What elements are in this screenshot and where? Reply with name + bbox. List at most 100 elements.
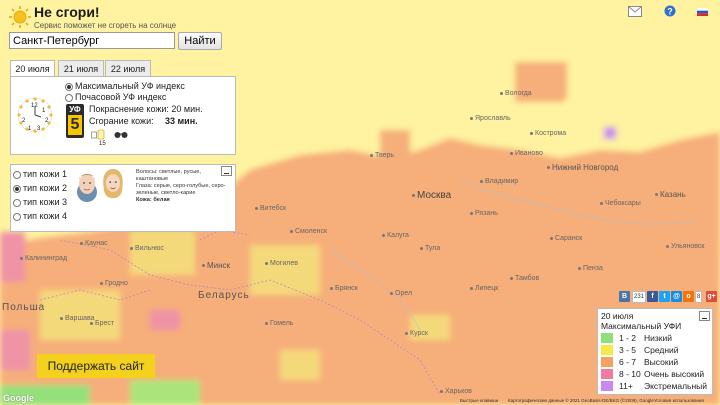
city-label: Могилев xyxy=(265,260,298,267)
city-label: Чебоксары xyxy=(600,200,641,207)
city-label: Владимир xyxy=(480,178,518,185)
google-logo[interactable]: Google xyxy=(3,393,34,403)
tab-day-3[interactable]: 22 июля xyxy=(105,60,151,77)
option-hourly-uv[interactable]: Почасовой УФ индекс xyxy=(65,92,166,102)
clock-label: 1 xyxy=(42,108,46,114)
city-dot-icon xyxy=(265,321,268,325)
search-input[interactable]: Санкт-Петербург xyxy=(9,32,175,49)
legend-label: Низкий xyxy=(644,333,672,343)
legend-range: 6 - 7 xyxy=(619,357,637,367)
city-label: Пенза xyxy=(578,265,603,272)
sunglasses-icon[interactable] xyxy=(114,131,128,139)
city-label: Минск xyxy=(202,261,230,270)
city-dot-icon xyxy=(578,266,581,270)
city-label: Казань xyxy=(655,190,686,199)
city-label: Гомель xyxy=(265,320,293,327)
twitter-share-icon[interactable]: t xyxy=(659,291,670,302)
city-dot-icon xyxy=(290,229,293,233)
clock-label: 1 xyxy=(28,126,32,132)
radio-icon[interactable] xyxy=(13,212,21,221)
skin-color-description: Кожа: белая xyxy=(136,197,170,203)
uv-badge-value: 5 xyxy=(68,115,82,135)
city-label: Ярославль xyxy=(470,115,511,122)
city-label: Витебск xyxy=(255,205,286,212)
city-dot-icon xyxy=(600,201,603,205)
legend-label: Средний xyxy=(644,345,679,355)
city-label: Ульяновск xyxy=(666,243,704,250)
option-max-uv[interactable]: Максимальный УФ индекс xyxy=(65,81,185,91)
city-dot-icon xyxy=(130,246,133,250)
radio-icon[interactable] xyxy=(65,82,73,91)
vk-share-count: 231 xyxy=(632,291,647,303)
support-button[interactable]: Поддержать сайт xyxy=(37,354,155,378)
clock-icon: 12 1 2 3 1 2 xyxy=(17,97,53,133)
city-dot-icon xyxy=(550,236,553,240)
city-dot-icon xyxy=(470,211,473,215)
keyboard-shortcuts-link[interactable]: Быстрые клавиши xyxy=(460,398,498,403)
help-icon[interactable]: ? xyxy=(664,5,676,17)
sunscreen-icon[interactable] xyxy=(91,129,107,141)
city-label: Саранск xyxy=(550,235,582,242)
city-dot-icon xyxy=(510,276,513,280)
tab-day-2[interactable]: 21 июля xyxy=(58,60,104,77)
legend-swatch-high xyxy=(601,357,613,367)
skin-type-4[interactable]: тип кожи 4 xyxy=(13,211,67,221)
city-label: Липецк xyxy=(470,285,498,292)
city-dot-icon xyxy=(470,116,473,120)
minimize-legend-button[interactable] xyxy=(699,311,710,321)
female-face-icon xyxy=(103,168,123,199)
city-label: Калуга xyxy=(382,232,409,239)
legend-label: Высокий xyxy=(644,357,679,367)
legend-swatch-moderate xyxy=(601,345,613,355)
radio-icon[interactable] xyxy=(13,170,21,179)
city-dot-icon xyxy=(440,389,443,393)
city-dot-icon xyxy=(510,151,513,155)
skin-type-1[interactable]: тип кожи 1 xyxy=(13,169,67,179)
city-dot-icon xyxy=(547,166,550,170)
legend-label: Экстремальный xyxy=(644,381,708,391)
city-label: Польша xyxy=(2,302,46,313)
city-label: Кострома xyxy=(530,130,566,137)
radio-icon[interactable] xyxy=(13,184,21,193)
envelope-icon[interactable] xyxy=(628,6,642,17)
city-label: Брест xyxy=(90,320,114,327)
skin-type-3[interactable]: тип кожи 3 xyxy=(13,197,67,207)
ok-share-count: 8 xyxy=(695,291,703,303)
city-dot-icon xyxy=(90,321,93,325)
uv-legend: 20 июля Максимальный УФИ 1 - 2 Низкий 3 … xyxy=(597,308,713,395)
city-dot-icon xyxy=(420,246,423,250)
odnoklassniki-share-icon[interactable]: o xyxy=(683,291,694,302)
site-logo[interactable]: Не сгори! Сервис поможет не сгореть на с… xyxy=(8,3,178,31)
vk-share-icon[interactable]: B xyxy=(619,291,630,302)
terms-link[interactable]: Условия использования xyxy=(654,398,704,403)
legend-date: 20 июля xyxy=(601,311,634,321)
city-label: Тула xyxy=(420,245,440,252)
city-dot-icon xyxy=(530,131,533,135)
city-label: Харьков xyxy=(440,388,472,395)
city-dot-icon xyxy=(60,316,63,320)
city-label: Вологда xyxy=(500,90,532,97)
legend-swatch-very-high xyxy=(601,369,613,379)
facebook-share-icon[interactable]: f xyxy=(647,291,658,302)
site-subtitle: Сервис поможет не сгореть на солнце xyxy=(34,21,177,30)
city-label: Смоленск xyxy=(290,228,327,235)
sun-icon xyxy=(9,6,31,28)
uv-index-badge: УФ 5 xyxy=(66,104,84,138)
skin-type-2[interactable]: тип кожи 2 xyxy=(13,183,67,193)
city-label: Тверь xyxy=(370,152,394,159)
city-dot-icon xyxy=(330,286,333,290)
radio-icon[interactable] xyxy=(13,198,21,207)
skin-description: Волосы: светлые, русые, каштановые Глаза… xyxy=(136,169,232,204)
city-label: Калининград xyxy=(20,255,67,262)
minimize-skin-panel-button[interactable] xyxy=(221,166,232,176)
google-plus-share-icon[interactable]: g+ xyxy=(706,291,717,302)
city-dot-icon xyxy=(265,261,268,265)
svg-text:?: ? xyxy=(667,7,673,17)
mailru-share-icon[interactable]: @ xyxy=(671,291,682,302)
legend-range: 8 - 10 xyxy=(619,369,641,379)
flag-ru-icon[interactable] xyxy=(697,8,708,16)
radio-icon[interactable] xyxy=(65,93,73,102)
city-label: Москва xyxy=(412,190,451,201)
find-button[interactable]: Найти xyxy=(178,32,222,50)
legend-title: Максимальный УФИ xyxy=(601,321,682,331)
